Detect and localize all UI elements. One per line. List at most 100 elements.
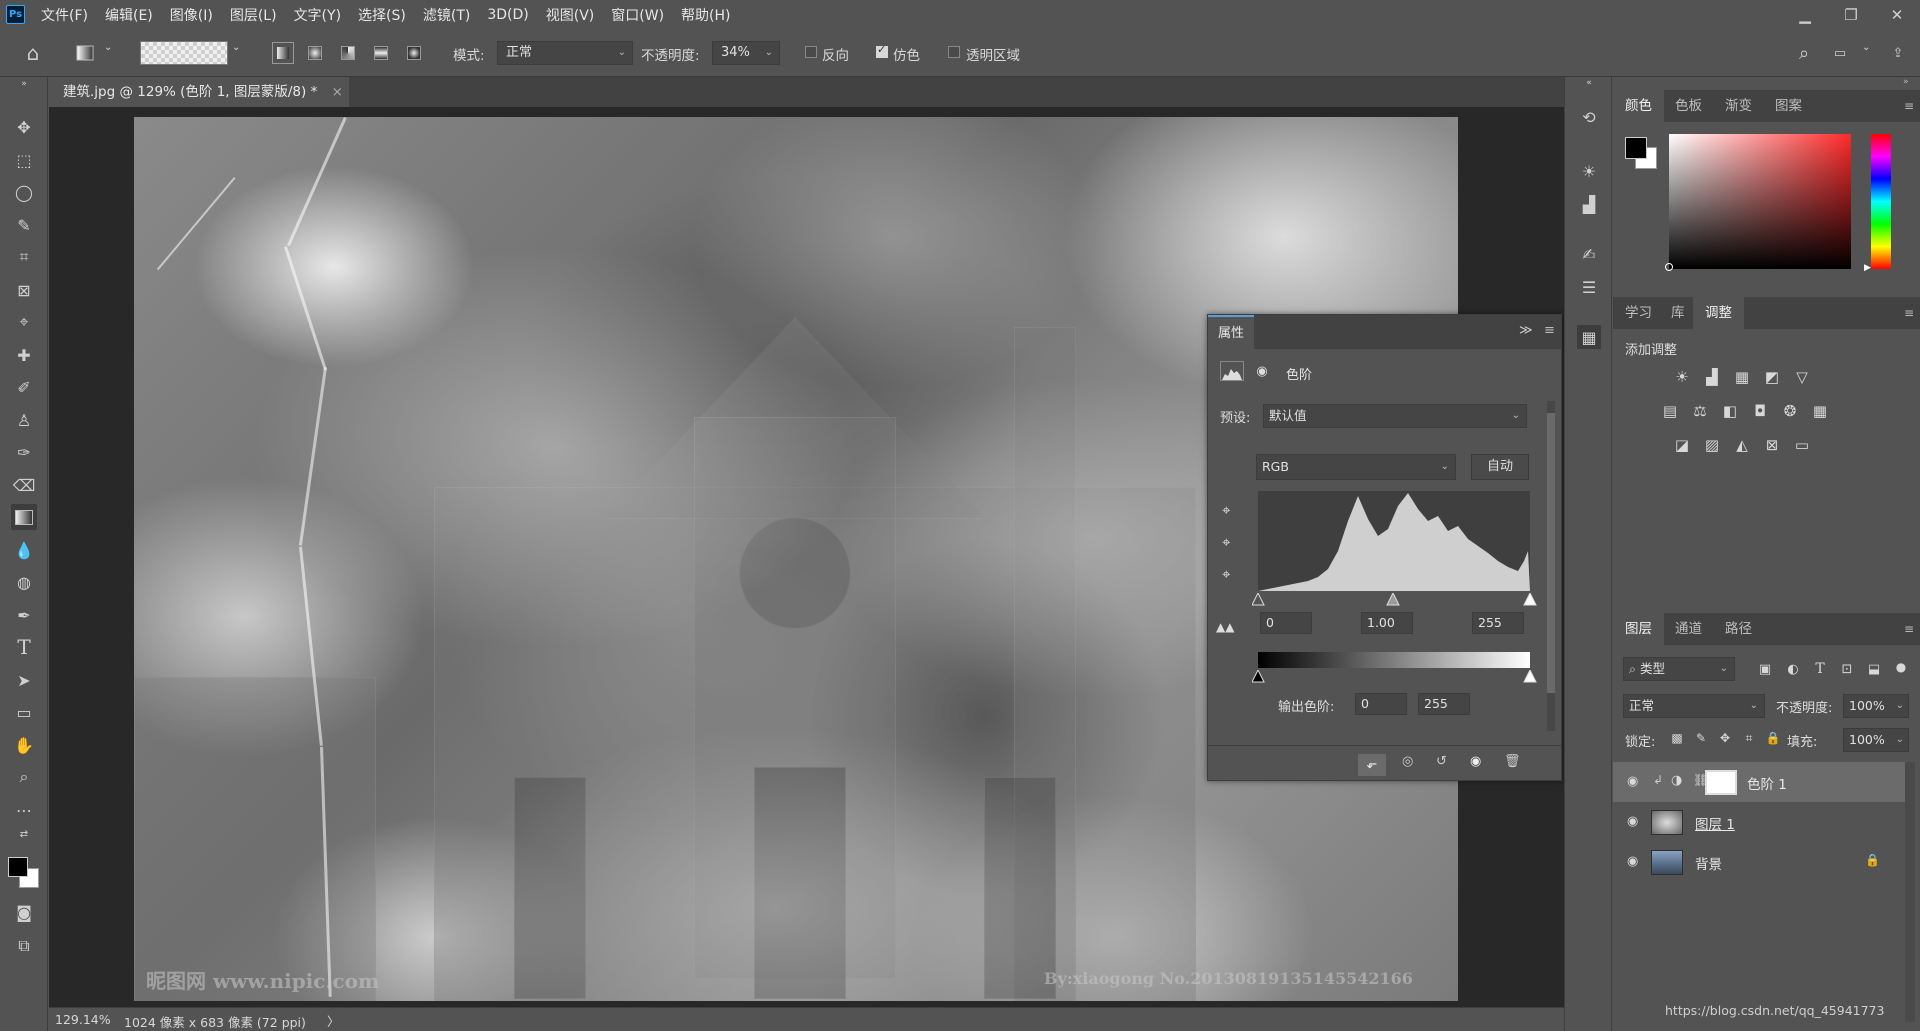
- invert-icon[interactable]: ◪: [1672, 435, 1692, 455]
- lock-transparent-icon[interactable]: ▩: [1667, 728, 1687, 748]
- menu-window[interactable]: 窗口(W): [611, 5, 664, 25]
- menu-image[interactable]: 图像(I): [170, 5, 213, 25]
- layer-row-layer1[interactable]: ◉ 图层 1: [1613, 802, 1905, 842]
- blend-mode-select[interactable]: 正常 ⌄: [1623, 694, 1765, 718]
- zoom-tool-icon[interactable]: ⌕: [11, 764, 37, 790]
- hue-slider-handle[interactable]: ▶: [1864, 263, 1871, 273]
- reverse-checkbox[interactable]: [805, 46, 817, 58]
- fill-input[interactable]: 100% ⌄: [1843, 728, 1909, 752]
- workspace-icon[interactable]: ▭: [1829, 42, 1851, 64]
- layer-name[interactable]: 背景: [1695, 853, 1722, 873]
- channel-select[interactable]: RGB ⌄: [1256, 454, 1456, 480]
- path-select-tool-icon[interactable]: ➤: [11, 667, 37, 693]
- hue-saturation-icon[interactable]: ▤: [1660, 401, 1680, 421]
- eyedropper-tool-icon[interactable]: ⌖: [11, 309, 37, 335]
- channel-mixer-icon[interactable]: ❂: [1780, 401, 1800, 421]
- reflected-gradient-icon[interactable]: [370, 42, 392, 64]
- status-menu-arrow[interactable]: 〉: [327, 1011, 340, 1030]
- tab-patterns[interactable]: 图案: [1763, 90, 1814, 122]
- input-gamma-field[interactable]: 1.00: [1361, 612, 1413, 634]
- menu-select[interactable]: 选择(S): [358, 5, 406, 25]
- angle-gradient-icon[interactable]: [337, 42, 359, 64]
- visibility-eye-icon[interactable]: ◉: [1627, 774, 1638, 789]
- history-icon[interactable]: ⟲: [1577, 105, 1601, 129]
- marquee-tool-icon[interactable]: ⬚: [11, 147, 37, 173]
- filter-smart-object-icon[interactable]: ⬓: [1864, 659, 1884, 679]
- properties-panel-icon[interactable]: ▦: [1577, 325, 1601, 349]
- panel-menu-icon[interactable]: ≡: [1904, 99, 1914, 113]
- swap-colors-icon[interactable]: ⇄: [11, 827, 37, 841]
- chevron-down-icon[interactable]: ⌄: [1862, 42, 1870, 53]
- blur-tool-icon[interactable]: 💧: [11, 537, 37, 563]
- layer-thumbnail[interactable]: [1651, 810, 1683, 835]
- hue-slider[interactable]: [1871, 134, 1891, 269]
- properties-scrollbar[interactable]: [1547, 401, 1555, 731]
- adjustments-sliders-icon[interactable]: ☰: [1577, 275, 1601, 299]
- hand-tool-icon[interactable]: ✋: [11, 732, 37, 758]
- filter-toggle-icon[interactable]: ●: [1891, 657, 1911, 677]
- gradient-map-icon[interactable]: ▭: [1792, 435, 1812, 455]
- minimize-icon[interactable]: ▁: [1782, 0, 1828, 29]
- menu-3d[interactable]: 3D(D): [487, 7, 528, 23]
- collapse-panel-icon[interactable]: ≫: [1519, 323, 1533, 338]
- mode-select[interactable]: 正常 ⌄: [497, 41, 633, 65]
- gradient-tool-preset-icon[interactable]: [74, 42, 96, 64]
- curves-icon[interactable]: ▦: [1732, 367, 1752, 387]
- vibrance-icon[interactable]: ▽: [1792, 367, 1812, 387]
- zoom-level[interactable]: 129.14%: [55, 1012, 111, 1027]
- linear-gradient-icon[interactable]: [272, 42, 294, 64]
- layers-scrollbar[interactable]: [1905, 762, 1915, 1022]
- panel-menu-icon[interactable]: ≡: [1904, 306, 1914, 320]
- tab-libraries[interactable]: 库: [1659, 297, 1697, 329]
- output-white-field[interactable]: 255: [1418, 693, 1470, 715]
- tab-paths[interactable]: 路径: [1713, 613, 1764, 645]
- white-point-eyedropper-icon[interactable]: ⌖: [1222, 565, 1230, 583]
- diamond-gradient-icon[interactable]: [403, 42, 425, 64]
- tab-learn[interactable]: 学习: [1613, 297, 1664, 329]
- tab-properties[interactable]: 属性: [1208, 315, 1255, 351]
- menu-type[interactable]: 文字(Y): [294, 5, 341, 25]
- threshold-icon[interactable]: ◭: [1732, 435, 1752, 455]
- healing-tool-icon[interactable]: ✚: [11, 342, 37, 368]
- layer-thumbnail[interactable]: [1651, 850, 1683, 875]
- opacity-input[interactable]: 34% ⌄: [712, 41, 780, 65]
- screen-mode-icon[interactable]: ⧉: [11, 933, 37, 959]
- restore-icon[interactable]: ❐: [1828, 0, 1874, 29]
- brush-tool-icon[interactable]: ✐: [11, 374, 37, 400]
- view-previous-icon[interactable]: ◎: [1402, 754, 1413, 769]
- layer-name[interactable]: 图层 1: [1695, 813, 1735, 833]
- color-lookup-icon[interactable]: ▦: [1810, 401, 1830, 421]
- dither-checkbox[interactable]: [876, 43, 888, 58]
- tab-gradients[interactable]: 渐变: [1713, 90, 1764, 122]
- move-tool-icon[interactable]: ✥: [11, 114, 37, 140]
- layer-row-background[interactable]: ◉ 背景 🔒: [1613, 842, 1905, 882]
- home-icon[interactable]: ⌂: [22, 41, 44, 65]
- input-white-field[interactable]: 255: [1472, 612, 1524, 634]
- share-icon[interactable]: ⇪: [1887, 42, 1909, 64]
- light-icon[interactable]: ☀: [1577, 159, 1601, 183]
- stamp-tool-icon[interactable]: ♙: [11, 407, 37, 433]
- layer-mask-thumbnail[interactable]: [1705, 770, 1737, 795]
- gradient-tool-icon[interactable]: [11, 504, 37, 530]
- visibility-eye-icon[interactable]: ◉: [1470, 754, 1481, 769]
- transparency-checkbox[interactable]: [948, 46, 960, 58]
- panel-menu-icon[interactable]: ≡: [1544, 323, 1555, 338]
- chevron-down-icon[interactable]: ⌄: [232, 42, 240, 53]
- quick-mask-icon[interactable]: ◙: [11, 899, 37, 925]
- pen-tool-icon[interactable]: ✒: [11, 602, 37, 628]
- filter-adjustment-icon[interactable]: ◐: [1783, 659, 1803, 679]
- filter-type-icon[interactable]: T: [1810, 659, 1830, 679]
- visibility-eye-icon[interactable]: ◉: [1627, 814, 1638, 829]
- output-sliders[interactable]: [1252, 670, 1538, 684]
- frame-tool-icon[interactable]: ⊠: [11, 277, 37, 303]
- tab-color[interactable]: 颜色: [1613, 90, 1664, 122]
- auto-button[interactable]: 自动: [1471, 454, 1529, 480]
- levels-panel-icon[interactable]: ▟: [1577, 192, 1601, 216]
- posterize-icon[interactable]: ▨: [1702, 435, 1722, 455]
- search-icon[interactable]: ⌕: [1793, 42, 1815, 64]
- quick-select-tool-icon[interactable]: ✎: [11, 212, 37, 238]
- brightness-icon[interactable]: ☀: [1672, 367, 1692, 387]
- type-tool-icon[interactable]: T: [11, 634, 37, 660]
- selective-color-icon[interactable]: ⊠: [1762, 435, 1782, 455]
- mask-icon[interactable]: ◉: [1252, 363, 1272, 379]
